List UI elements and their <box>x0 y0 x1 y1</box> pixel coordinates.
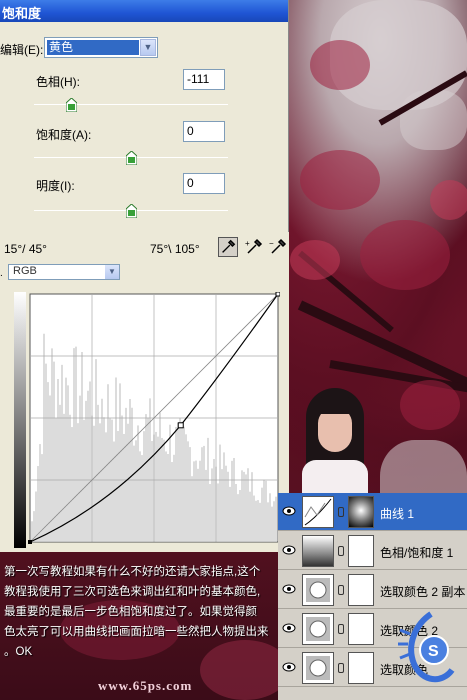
caption-line-3: 最重要的是最后一步色相饱和度过了。如果觉得颜 <box>4 606 257 618</box>
curves-graph[interactable] <box>14 292 280 548</box>
layer-mask-thumbnail <box>348 613 374 645</box>
curves-icon <box>302 496 334 528</box>
curve-control-point <box>177 422 184 429</box>
site-logo: S <box>398 611 455 682</box>
saturation-input[interactable]: 0 <box>183 121 225 142</box>
eye-icon[interactable] <box>282 544 296 556</box>
hue-input[interactable]: -111 <box>183 69 225 90</box>
selective-color-icon <box>302 574 334 606</box>
caption-line-5: 。OK <box>4 646 33 658</box>
portrait-girl <box>288 388 378 500</box>
eye-icon[interactable] <box>282 583 296 595</box>
caption-line-4: 色太亮了可以用曲线把画面拉暗一些然把人物提出来 <box>4 626 269 638</box>
edit-select[interactable]: 黄色 ▼ <box>44 37 158 58</box>
hue-slider-track[interactable] <box>34 104 228 105</box>
eye-icon[interactable] <box>282 505 296 517</box>
edit-label: 编辑(E): <box>0 43 44 57</box>
eyedropper-plus-icon[interactable]: + <box>244 237 264 257</box>
edit-select-value: 黄色 <box>47 40 139 55</box>
lightness-slider-thumb[interactable] <box>126 204 137 218</box>
hue-sat-icon <box>302 535 334 567</box>
hue-slider-thumb[interactable] <box>65 98 77 112</box>
link-icon <box>338 663 344 673</box>
selective-color-icon <box>302 613 334 645</box>
svg-text:+: + <box>245 239 250 248</box>
svg-text:−: − <box>269 239 274 248</box>
svg-text:S: S <box>428 643 439 660</box>
dialog-title: 饱和度 <box>0 0 288 22</box>
layer-name: 色相/饱和度 1 <box>380 546 454 560</box>
site-url: www.65ps.com <box>98 678 193 693</box>
link-icon <box>338 585 344 595</box>
range-strip: 15°/ 45° 75°\ 105° + − <box>0 232 289 262</box>
channel-label-dot: . <box>0 268 3 279</box>
caption-line-2: 教程我使用了三次可选色来调出红和叶的基本颜色, <box>4 586 261 598</box>
layer-row[interactable]: 曲线 1 <box>278 493 467 531</box>
chevron-down-icon[interactable]: ▼ <box>140 39 156 56</box>
chevron-down-icon[interactable]: ▼ <box>105 265 119 279</box>
channel-select[interactable]: RGB ▼ <box>8 264 120 280</box>
link-icon <box>338 546 344 556</box>
hue-label: 色相(H): <box>36 75 80 89</box>
eye-icon[interactable] <box>282 622 296 634</box>
caption-line-1: 第一次写教程如果有什么不好的还请大家指点,这个 <box>4 566 261 578</box>
link-icon <box>338 624 344 634</box>
layer-mask-thumbnail <box>348 652 374 684</box>
lightness-label: 明度(I): <box>36 179 75 193</box>
selective-color-icon <box>302 652 334 684</box>
curve-endpoint-bottom <box>28 540 32 544</box>
range-right-text: 75°\ 105° <box>150 242 200 256</box>
hue-saturation-dialog: 饱和度 编辑(E): 黄色 ▼ 色相(H): -111 饱和度(A): 0 明度… <box>0 0 289 232</box>
curves-dialog: . RGB ▼ <box>0 262 289 552</box>
link-icon <box>338 507 344 517</box>
eyedropper-icon[interactable] <box>218 237 238 257</box>
layer-name: 曲线 1 <box>380 507 415 521</box>
layer-row[interactable]: 色相/饱和度 1 <box>278 532 467 570</box>
tutorial-caption: 第一次写教程如果有什么不好的还请大家指点,这个 教程我使用了三次可选色来调出红和… <box>0 562 280 662</box>
lightness-input[interactable]: 0 <box>183 173 225 194</box>
saturation-label: 饱和度(A): <box>36 128 92 142</box>
channel-value: RGB <box>13 265 37 277</box>
eye-icon[interactable] <box>282 661 296 673</box>
layer-name: 选取颜色 2 副本 <box>380 585 466 599</box>
layer-mask-thumbnail <box>348 574 374 606</box>
saturation-slider-thumb[interactable] <box>126 151 137 165</box>
curve-endpoint-top <box>275 292 280 297</box>
output-gradient-bar <box>14 292 26 548</box>
eyedropper-minus-icon[interactable]: − <box>268 237 288 257</box>
layer-mask-thumbnail <box>348 496 374 528</box>
range-left-text: 15°/ 45° <box>4 242 47 256</box>
layer-mask-thumbnail <box>348 535 374 567</box>
